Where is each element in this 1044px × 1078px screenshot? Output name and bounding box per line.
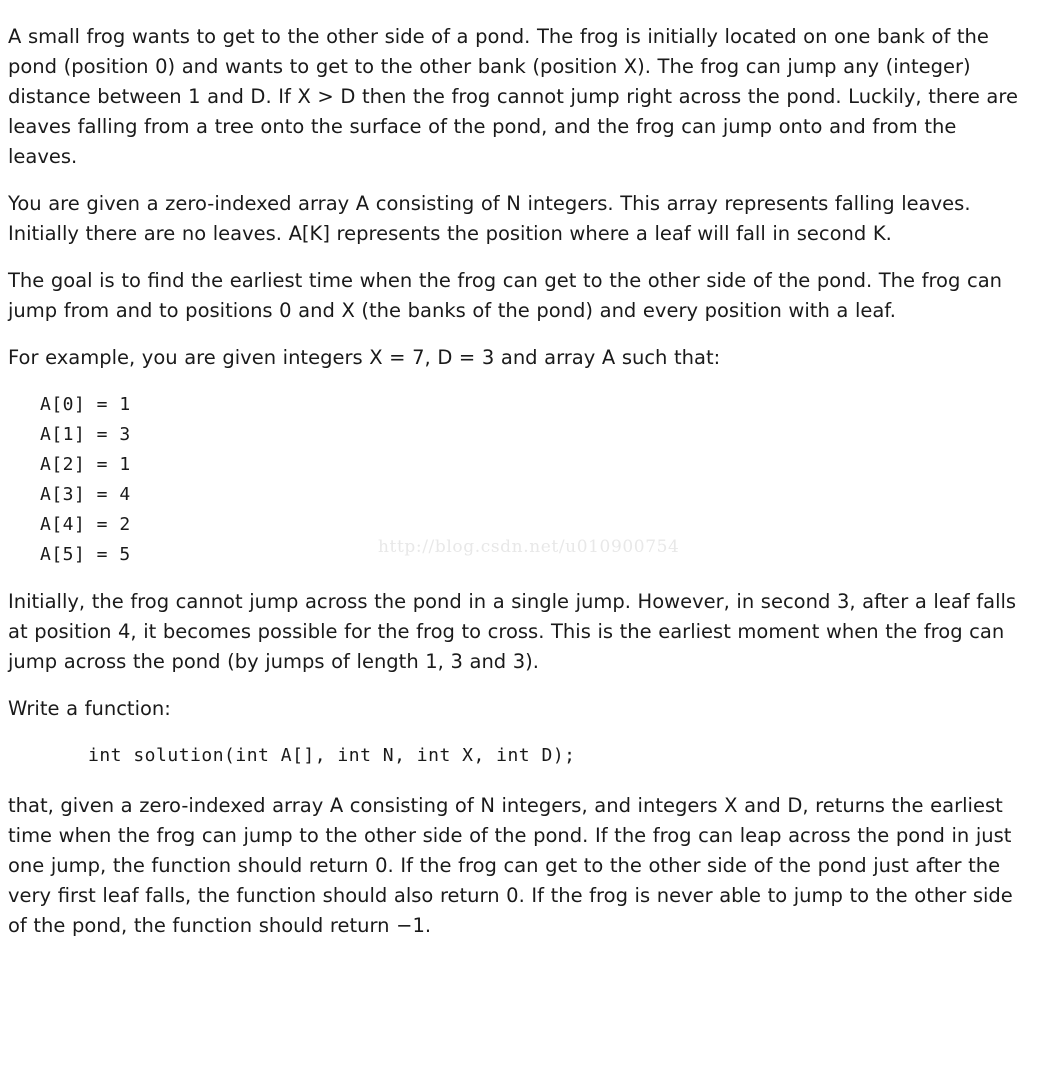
function-signature-code-block: int solution(int A[], int N, int X, int …	[88, 745, 576, 766]
paragraph-goal: The goal is to find the earliest time wh…	[8, 269, 1002, 322]
paragraph-intro: A small frog wants to get to the other s…	[8, 25, 1018, 168]
paragraph-returns-description: that, given a zero-indexed array A consi…	[8, 794, 1013, 937]
problem-statement-page: A small frog wants to get to the other s…	[0, 0, 1044, 941]
paragraph-write-function: Write a function:	[8, 697, 171, 720]
paragraph-array-description: You are given a zero-indexed array A con…	[8, 192, 971, 245]
paragraph-example-explanation: Initially, the frog cannot jump across t…	[8, 590, 1017, 673]
example-array-code-block: A[0] = 1 A[1] = 3 A[2] = 1 A[3] = 4 A[4]…	[40, 394, 131, 565]
paragraph-example-intro: For example, you are given integers X = …	[8, 346, 721, 369]
